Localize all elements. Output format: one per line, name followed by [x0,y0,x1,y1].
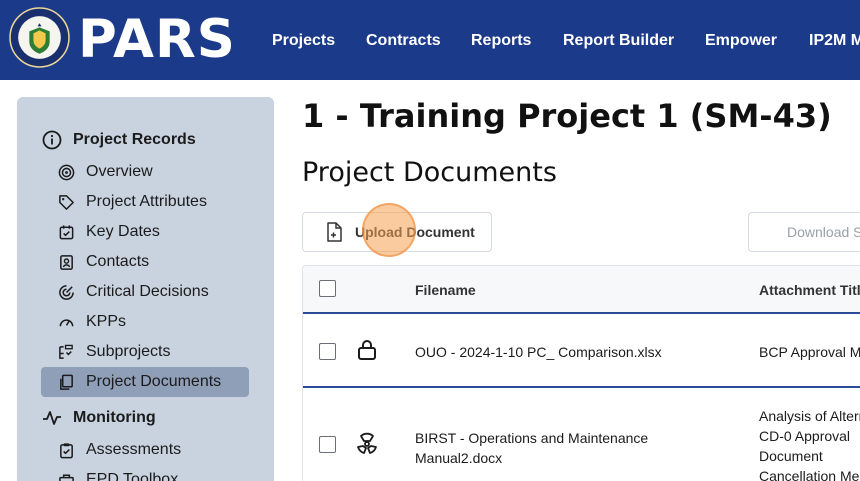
subprojects-icon [57,343,75,361]
sidebar-item-contacts[interactable]: Contacts [41,247,249,277]
sidebar-item-label: Assessments [86,441,182,458]
sidebar-item-subprojects[interactable]: Subprojects [41,337,249,367]
row-filename[interactable]: OUO - 2024-1-10 PC_ Comparison.xlsx [415,342,662,362]
row-checkbox[interactable] [319,436,336,453]
sidebar-item-label: Overview [86,163,153,180]
sidebar-item-label: EPD Toolbox [86,471,179,481]
table-header: Filename Attachment Title [303,266,860,314]
sidebar-item-label: Project Documents [86,373,222,390]
sidebar-section-label: Project Records [73,131,196,148]
sidebar-section-label: Monitoring [73,409,156,426]
sidebar-item-label: Project Attributes [86,193,207,210]
upload-document-button[interactable]: Upload Document [302,212,492,252]
sidebar-item-critical-decisions[interactable]: Critical Decisions [41,277,249,307]
nav-reports[interactable]: Reports [471,31,531,51]
row-checkbox[interactable] [319,343,336,360]
upload-document-label: Upload Document [355,224,475,240]
tag-icon [57,193,75,211]
sidebar-item-project-documents[interactable]: Project Documents [41,367,249,397]
decision-icon [57,283,75,301]
top-navigation-bar: PARS Projects Contracts Reports Report B… [0,0,860,80]
nav-projects[interactable]: Projects [272,31,335,51]
sidebar-section-project-records[interactable]: Project Records [41,129,196,151]
sidebar-item-label: KPPs [86,313,127,330]
documents-icon [57,373,75,391]
info-circle-icon [41,129,63,151]
nav-contracts[interactable]: Contracts [366,31,441,51]
row-attachment-title: Analysis of Altern CD-0 Approval Documen… [759,408,860,481]
sidebar-item-kpps[interactable]: KPPs [41,307,249,337]
column-header-filename[interactable]: Filename [415,282,476,298]
sidebar-section-monitoring[interactable]: Monitoring [41,407,156,429]
lock-icon [358,340,376,360]
nav-report-builder[interactable]: Report Builder [563,31,674,51]
sidebar-item-label: Critical Decisions [86,283,209,300]
sidebar-item-epd-toolbox[interactable]: EPD Toolbox [41,465,249,481]
row-attachment-title: BCP Approval M [759,344,860,360]
documents-table: Filename Attachment Title OUO - 2024-1-1… [302,265,860,481]
table-row[interactable]: BIRST - Operations and Maintenance Manua… [303,390,860,481]
sidebar-item-label: Subprojects [86,343,171,360]
select-all-checkbox[interactable] [319,280,336,297]
file-plus-icon [327,222,342,242]
row-filename[interactable]: BIRST - Operations and Maintenance Manua… [415,428,665,468]
sidebar-item-overview[interactable]: Overview [41,157,249,187]
column-header-attachment-title[interactable]: Attachment Title [759,282,860,298]
radiation-icon [357,432,377,454]
gauge-icon [57,313,75,331]
nav-empower[interactable]: Empower [705,31,777,51]
pulse-icon [41,407,63,429]
download-label: Download S [787,224,860,240]
download-button[interactable]: Download S [748,212,860,252]
brand-title[interactable]: PARS [78,8,236,72]
page-title: 1 - Training Project 1 (SM-43) [302,97,832,135]
table-row[interactable]: OUO - 2024-1-10 PC_ Comparison.xlsx BCP … [303,316,860,388]
clipboard-check-icon [57,441,75,459]
sidebar-item-label: Key Dates [86,223,160,240]
doe-seal-logo[interactable] [9,7,70,68]
sidebar-item-label: Contacts [86,253,150,270]
calendar-check-icon [57,223,75,241]
sidebar-item-assessments[interactable]: Assessments [41,435,249,465]
contact-card-icon [57,253,75,271]
nav-ip2m[interactable]: IP2M M [809,31,860,51]
section-title: Project Documents [302,157,557,188]
toolbox-icon [57,471,75,481]
target-icon [57,163,75,181]
sidebar-item-project-attributes[interactable]: Project Attributes [41,187,249,217]
sidebar-item-key-dates[interactable]: Key Dates [41,217,249,247]
sidebar: Project Records Overview Project Attribu… [17,97,274,481]
